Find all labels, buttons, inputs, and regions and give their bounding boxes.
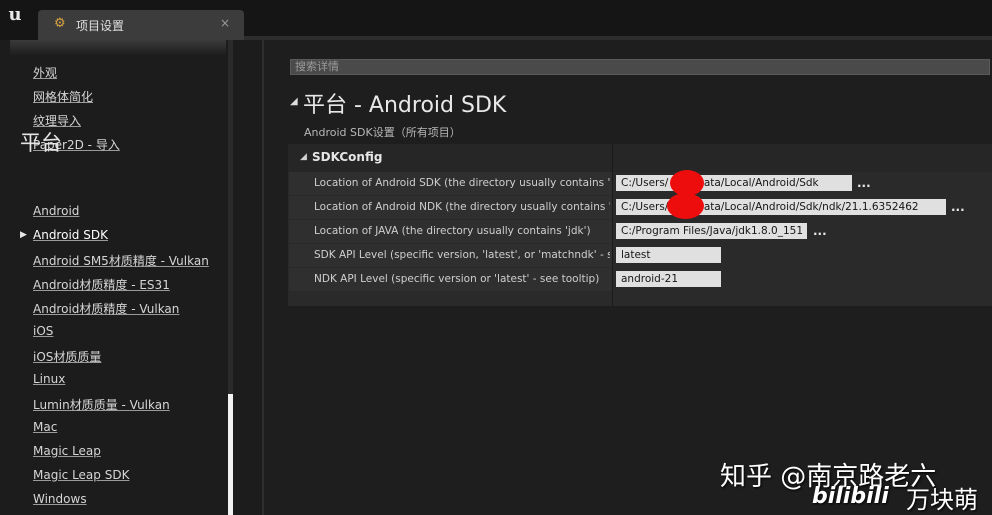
sidebar-item-linux[interactable]: Linux [33, 372, 65, 386]
sidebar-item-android-sm5-vulkan[interactable]: Android SM5材质精度 - Vulkan [33, 252, 209, 269]
title-bar: u ⚙ 项目设置 × [0, 0, 992, 40]
browse-ndk-button[interactable]: ... [951, 200, 965, 214]
sidebar-item-appearance[interactable]: 外观 [33, 64, 57, 81]
android-ndk-path-field[interactable]: C:/Users/ /AppData/Local/Android/Sdk/ndk… [616, 199, 946, 215]
unreal-logo-icon: u [8, 4, 22, 25]
ndk-api-level-field[interactable]: android-21 [616, 271, 721, 287]
sidebar-item-android-sdk[interactable]: Android SDK [33, 228, 108, 242]
panel-splitter[interactable] [262, 40, 264, 515]
redaction-mark [667, 193, 704, 219]
tab-strip-line [244, 36, 992, 40]
search-details-input[interactable]: 搜索详情 [290, 59, 990, 75]
sidebar-item-android[interactable]: Android [33, 204, 79, 218]
sidebar-item-magic-leap-sdk[interactable]: Magic Leap SDK [33, 468, 129, 482]
sidebar-heading-platforms: 平台 [20, 131, 62, 155]
section-collapse-icon[interactable]: ◢ [290, 96, 298, 107]
settings-gear-icon: ⚙ [54, 16, 66, 31]
bilibili-logo-watermark: bilibili [812, 484, 889, 509]
prop-label-android-sdk: Location of Android SDK (the directory u… [314, 177, 610, 189]
column-divider[interactable] [612, 144, 613, 306]
browse-java-button[interactable]: ... [813, 224, 827, 238]
prop-label-android-ndk: Location of Android NDK (the directory u… [314, 201, 610, 213]
prop-label-java: Location of JAVA (the directory usually … [314, 225, 591, 237]
bilibili-name-watermark: 万块萌 [906, 486, 978, 514]
tab-project-settings[interactable]: ⚙ 项目设置 × [38, 10, 244, 40]
sidebar-scrollbar-thumb[interactable] [228, 394, 233, 515]
android-sdk-path-field[interactable]: C:/Users/ /AppData/Local/Android/Sdk [616, 175, 852, 191]
tab-close-icon[interactable]: × [220, 16, 230, 30]
browse-sdk-button[interactable]: ... [857, 176, 871, 190]
search-placeholder: 搜索详情 [295, 60, 339, 73]
category-header[interactable] [288, 144, 992, 172]
sidebar-top-shade [10, 40, 226, 56]
sidebar-item-lumin-vulkan[interactable]: Lumin材质质量 - Vulkan [33, 396, 170, 413]
prop-label-sdk-api-level: SDK API Level (specific version, 'latest… [314, 249, 610, 261]
page-title: 平台 - Android SDK [303, 93, 507, 118]
sidebar-item-android-vulkan[interactable]: Android材质精度 - Vulkan [33, 300, 179, 317]
sidebar-item-android-es31[interactable]: Android材质精度 - ES31 [33, 276, 170, 293]
sidebar-item-mesh-simplification[interactable]: 网格体简化 [33, 88, 93, 105]
category-title: SDKConfig [312, 150, 383, 164]
tab-title: 项目设置 [76, 19, 125, 33]
sidebar-item-ios-material-quality[interactable]: iOS材质质量 [33, 348, 101, 365]
sidebar-item-ios[interactable]: iOS [33, 324, 53, 338]
sidebar-item-windows[interactable]: Windows [33, 492, 87, 506]
prop-label-ndk-api-level: NDK API Level (specific version or 'late… [314, 273, 600, 285]
sdk-api-level-field[interactable]: latest [616, 247, 721, 263]
java-path-field[interactable]: C:/Program Files/Java/jdk1.8.0_151 [616, 223, 807, 239]
category-expand-icon[interactable]: ◢ [300, 152, 307, 162]
sidebar-item-mac[interactable]: Mac [33, 420, 57, 434]
sidebar-item-magic-leap[interactable]: Magic Leap [33, 444, 101, 458]
page-subtitle: Android SDK设置（所有项目） [304, 126, 461, 139]
selected-arrow-icon: ▶ [20, 230, 27, 240]
